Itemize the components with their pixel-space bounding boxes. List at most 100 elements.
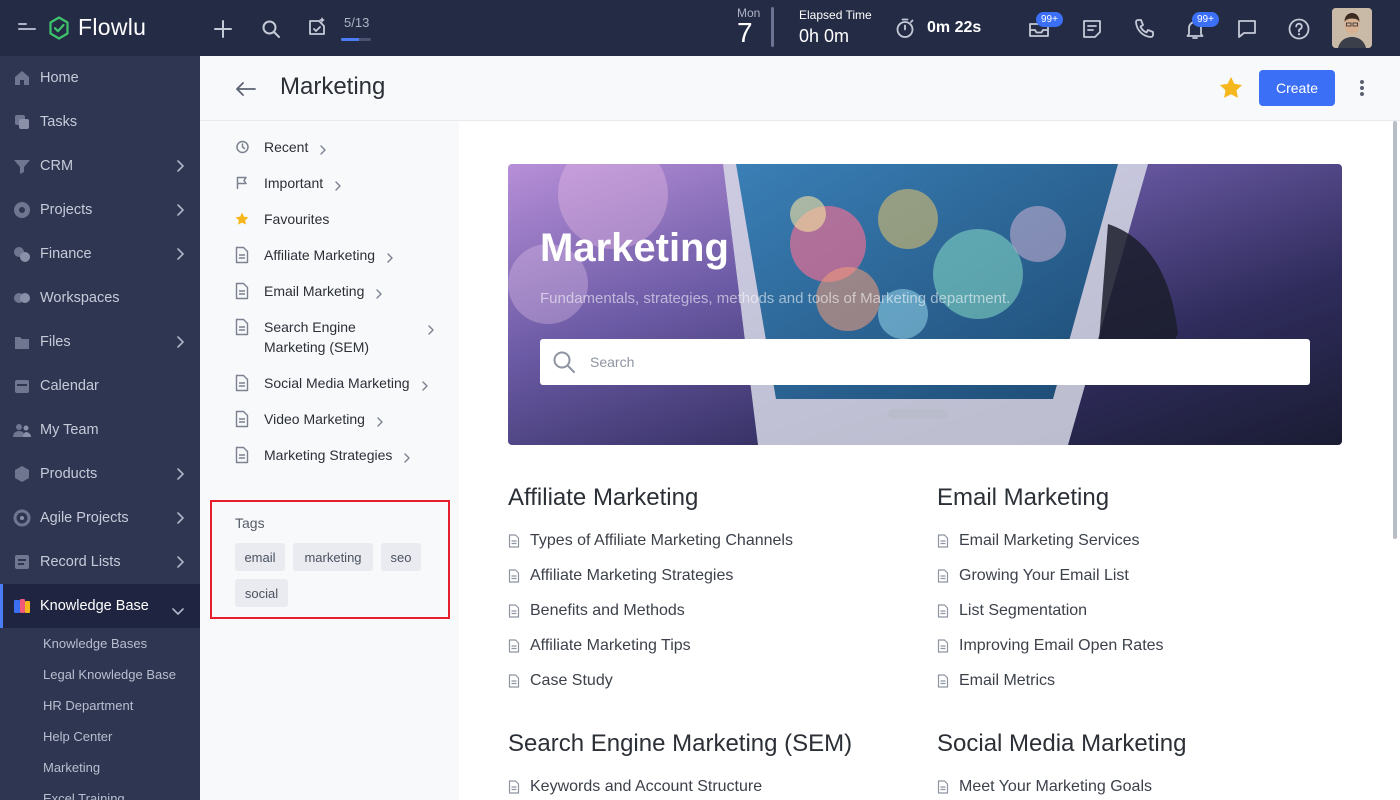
document-icon [508, 779, 522, 795]
section-title-affiliate-marketing[interactable]: Affiliate Marketing [508, 484, 698, 512]
article-link[interactable]: Keywords and Account Structure [508, 778, 762, 796]
panel-item-label: Social Media Marketing [264, 375, 410, 391]
article-link[interactable]: Meet Your Marketing Goals [937, 778, 1152, 796]
sidebar-item-agile-projects[interactable]: Agile Projects [0, 496, 200, 540]
sidebar-item-tasks[interactable]: Tasks [0, 100, 200, 144]
panel-item-affiliate-marketing[interactable]: Affiliate Marketing [232, 245, 393, 268]
add-icon[interactable] [212, 18, 234, 40]
search-input[interactable] [590, 339, 1290, 385]
timer-value[interactable]: 0m 22s [927, 19, 981, 37]
mail-badge: 99+ [1036, 12, 1063, 27]
sidebar-subitem-hr-department[interactable]: HR Department [0, 690, 200, 721]
notes-icon[interactable] [1079, 16, 1105, 42]
panel-item-favourites[interactable]: Favourites [232, 209, 329, 229]
panel-item-label: Affiliate Marketing [264, 247, 376, 263]
tag-social[interactable]: social [235, 579, 288, 607]
history-icon [232, 137, 252, 157]
sidebar-item-label: Record Lists [40, 554, 121, 570]
onboarding-progress-label[interactable]: 5/13 [344, 15, 369, 30]
sidebar-item-workspaces[interactable]: Workspaces [0, 276, 200, 320]
panel-item-social-media-marketing[interactable]: Social Media Marketing [232, 373, 428, 396]
article-link[interactable]: Improving Email Open Rates [937, 637, 1164, 655]
tag-email[interactable]: email [235, 543, 285, 571]
user-avatar[interactable] [1332, 8, 1372, 48]
section-title-email-marketing[interactable]: Email Marketing [937, 484, 1109, 512]
sidebar-subitem-marketing[interactable]: Marketing [0, 752, 200, 783]
sidebar-subitem-knowledge-bases[interactable]: Knowledge Bases [0, 628, 200, 659]
sidebar-subitem-legal-knowledge-base[interactable]: Legal Knowledge Base [0, 659, 200, 690]
sidebar-item-files[interactable]: Files [0, 320, 200, 364]
panel-item-important[interactable]: Important [232, 173, 341, 196]
sidebar-item-record-lists[interactable]: Record Lists [0, 540, 200, 584]
article-title: Improving Email Open Rates [959, 637, 1164, 654]
sidebar-item-label: My Team [40, 422, 99, 438]
crm-icon [12, 156, 32, 176]
scrollbar[interactable] [1393, 121, 1397, 539]
sidebar-item-projects[interactable]: Projects [0, 188, 200, 232]
article-link[interactable]: Benefits and Methods [508, 602, 685, 620]
onboarding-icon[interactable] [304, 14, 330, 40]
star-icon [232, 209, 252, 229]
help-icon[interactable] [1286, 16, 1312, 42]
article-link[interactable]: Affiliate Marketing Tips [508, 637, 691, 655]
date-divider [771, 7, 774, 47]
section-title-social-media-marketing[interactable]: Social Media Marketing [937, 730, 1186, 758]
sidebar-item-crm[interactable]: CRM [0, 144, 200, 188]
panel-item-label: Recent [264, 139, 309, 155]
article-link[interactable]: List Segmentation [937, 602, 1087, 620]
sidebar-item-my-team[interactable]: My Team [0, 408, 200, 452]
search-icon[interactable] [260, 18, 282, 40]
page-title: Marketing [280, 73, 386, 100]
tag-seo[interactable]: seo [381, 543, 421, 571]
stopwatch-icon[interactable] [893, 16, 917, 40]
chevron-right-icon [335, 178, 341, 196]
chevron-right-icon [376, 286, 383, 304]
sidebar-item-calendar[interactable]: Calendar [0, 364, 200, 408]
chevron-right-icon [421, 378, 428, 396]
article-link[interactable]: Affiliate Marketing Strategies [508, 567, 733, 585]
phone-icon[interactable] [1131, 16, 1157, 42]
tag-marketing[interactable]: marketing [293, 543, 373, 571]
sidebar-item-products[interactable]: Products [0, 452, 200, 496]
sidebar-item-label: Workspaces [40, 290, 120, 306]
section-title-search-engine-marketing-sem[interactable]: Search Engine Marketing (SEM) [508, 730, 852, 758]
workspaces-icon [12, 288, 32, 308]
sidebar-item-label: Tasks [40, 114, 78, 130]
menu-toggle-icon[interactable] [18, 20, 38, 36]
document-icon [937, 638, 951, 654]
panel-item-search-engine-marketing-sem[interactable]: Search Engine Marketing (SEM) [232, 317, 434, 357]
panel-item-email-marketing[interactable]: Email Marketing [232, 281, 383, 304]
article-link[interactable]: Types of Affiliate Marketing Channels [508, 532, 793, 550]
sidebar-subitem-help-center[interactable]: Help Center [0, 721, 200, 752]
chevron-right-icon [176, 159, 184, 177]
sidebar-item-knowledge-base[interactable]: Knowledge Base [0, 584, 200, 628]
chevron-right-icon [320, 142, 327, 160]
panel-item-recent[interactable]: Recent [232, 137, 327, 160]
sidebar-subitem-excel-training[interactable]: Excel Training [0, 783, 200, 800]
article-title: Affiliate Marketing Tips [530, 637, 691, 654]
sidebar-item-finance[interactable]: Finance [0, 232, 200, 276]
article-link[interactable]: Email Metrics [937, 672, 1055, 690]
document-icon [937, 779, 951, 795]
favourite-star-icon[interactable] [1217, 74, 1245, 102]
elapsed-time-value: 0h 0m [799, 26, 850, 46]
panel-item-marketing-strategies[interactable]: Marketing Strategies [232, 445, 411, 468]
app-logo[interactable]: Flowlu [48, 14, 146, 41]
sidebar-item-home[interactable]: Home [0, 56, 200, 100]
create-button[interactable]: Create [1259, 70, 1335, 106]
chat-icon[interactable] [1234, 16, 1260, 42]
sidebar-item-label: Calendar [40, 378, 99, 394]
app-name: Flowlu [78, 14, 147, 40]
article-link[interactable]: Growing Your Email List [937, 567, 1129, 585]
chevron-right-icon [176, 335, 184, 353]
chevron-right-icon [428, 322, 434, 340]
panel-item-label: Favourites [264, 211, 330, 227]
more-options-icon[interactable] [1352, 76, 1372, 100]
back-arrow-icon[interactable] [233, 76, 259, 102]
document-icon [232, 409, 252, 429]
sidebar-item-label: CRM [40, 158, 74, 174]
article-link[interactable]: Email Marketing Services [937, 532, 1140, 550]
article-link[interactable]: Case Study [508, 672, 613, 690]
panel-item-video-marketing[interactable]: Video Marketing [232, 409, 383, 432]
article-title: Email Metrics [959, 672, 1056, 689]
